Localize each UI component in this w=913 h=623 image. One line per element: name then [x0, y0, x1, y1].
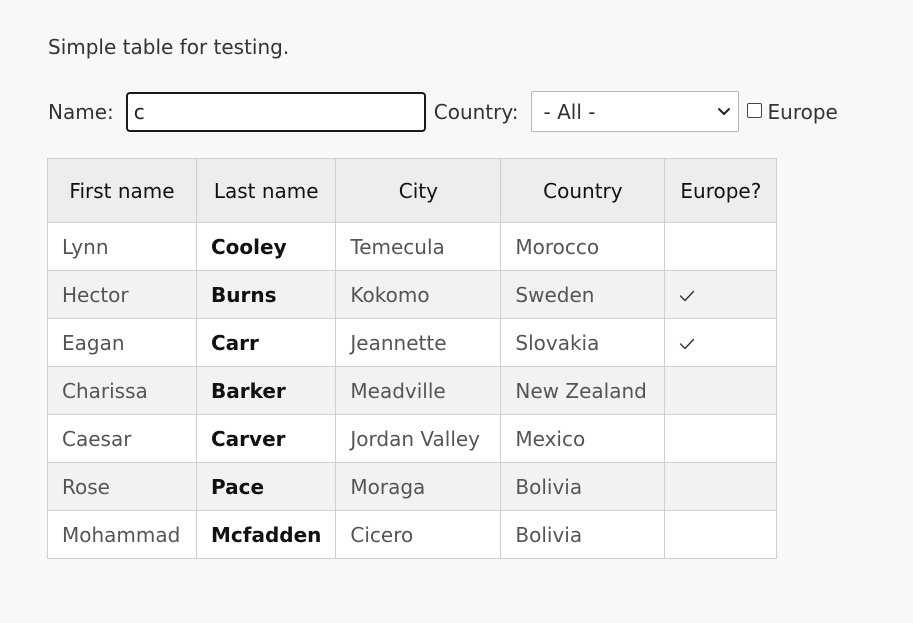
- europe-checkbox-label[interactable]: Europe: [768, 100, 838, 124]
- filter-bar: Name: Country: - All - Europe: [48, 89, 838, 134]
- cell-last-name: Barker: [195, 366, 337, 415]
- cell-last-name: Carver: [195, 414, 337, 463]
- cell-first-name: Mohammad: [47, 510, 197, 559]
- cell-country: New Zealand: [500, 366, 666, 415]
- table-row: Rose Pace Moraga Bolivia: [47, 462, 778, 511]
- cell-europe: [664, 462, 778, 511]
- cell-europe: [664, 414, 778, 463]
- header-country[interactable]: Country: [500, 158, 666, 223]
- cell-country: Bolivia: [500, 510, 666, 559]
- name-filter-input[interactable]: [125, 91, 426, 132]
- header-city[interactable]: City: [335, 158, 502, 223]
- cell-last-name: Carr: [195, 318, 337, 367]
- cell-europe: [664, 366, 778, 415]
- checkmark-icon: [680, 338, 695, 350]
- cell-europe: [664, 222, 778, 271]
- header-europe[interactable]: Europe?: [664, 158, 778, 223]
- cell-country: Mexico: [500, 414, 666, 463]
- cell-city: Cicero: [335, 510, 502, 559]
- cell-city: Jeannette: [335, 318, 502, 367]
- table-row: Charissa Barker Meadville New Zealand: [47, 366, 778, 415]
- cell-last-name: Pace: [195, 462, 337, 511]
- cell-first-name: Hector: [47, 270, 197, 319]
- cell-last-name: Mcfadden: [195, 510, 337, 559]
- cell-last-name: Burns: [195, 270, 337, 319]
- table-row: Hector Burns Kokomo Sweden: [47, 270, 778, 319]
- cell-city: Meadville: [335, 366, 502, 415]
- cell-first-name: Lynn: [47, 222, 197, 271]
- cell-country: Sweden: [500, 270, 666, 319]
- cell-country: Slovakia: [500, 318, 666, 367]
- cell-europe: [664, 270, 778, 319]
- table-header-row: First name Last name City Country Europe…: [47, 158, 778, 223]
- data-table: First name Last name City Country Europe…: [47, 158, 778, 559]
- country-filter-label: Country:: [433, 99, 519, 124]
- cell-city: Moraga: [335, 462, 502, 511]
- table-row: Lynn Cooley Temecula Morocco: [47, 222, 778, 271]
- country-select[interactable]: - All -: [530, 91, 739, 132]
- cell-city: Jordan Valley: [335, 414, 502, 463]
- name-filter-label: Name:: [48, 99, 114, 124]
- cell-europe: [664, 318, 778, 367]
- table-row: Mohammad Mcfadden Cicero Bolivia: [47, 510, 778, 559]
- cell-country: Bolivia: [500, 462, 666, 511]
- checkmark-icon: [680, 290, 695, 302]
- cell-city: Kokomo: [335, 270, 502, 319]
- cell-first-name: Charissa: [47, 366, 197, 415]
- cell-last-name: Cooley: [195, 222, 337, 271]
- cell-city: Temecula: [335, 222, 502, 271]
- cell-first-name: Caesar: [47, 414, 197, 463]
- table-row: Eagan Carr Jeannette Slovakia: [47, 318, 778, 367]
- europe-checkbox[interactable]: [746, 102, 762, 118]
- page-description: Simple table for testing.: [48, 35, 290, 59]
- header-first-name[interactable]: First name: [47, 158, 197, 223]
- country-select-value: - All -: [543, 99, 596, 124]
- table-row: Caesar Carver Jordan Valley Mexico: [47, 414, 778, 463]
- cell-first-name: Eagan: [47, 318, 197, 367]
- cell-first-name: Rose: [47, 462, 197, 511]
- cell-europe: [664, 510, 778, 559]
- chevron-down-icon: [717, 108, 730, 115]
- header-last-name[interactable]: Last name: [195, 158, 337, 223]
- cell-country: Morocco: [500, 222, 666, 271]
